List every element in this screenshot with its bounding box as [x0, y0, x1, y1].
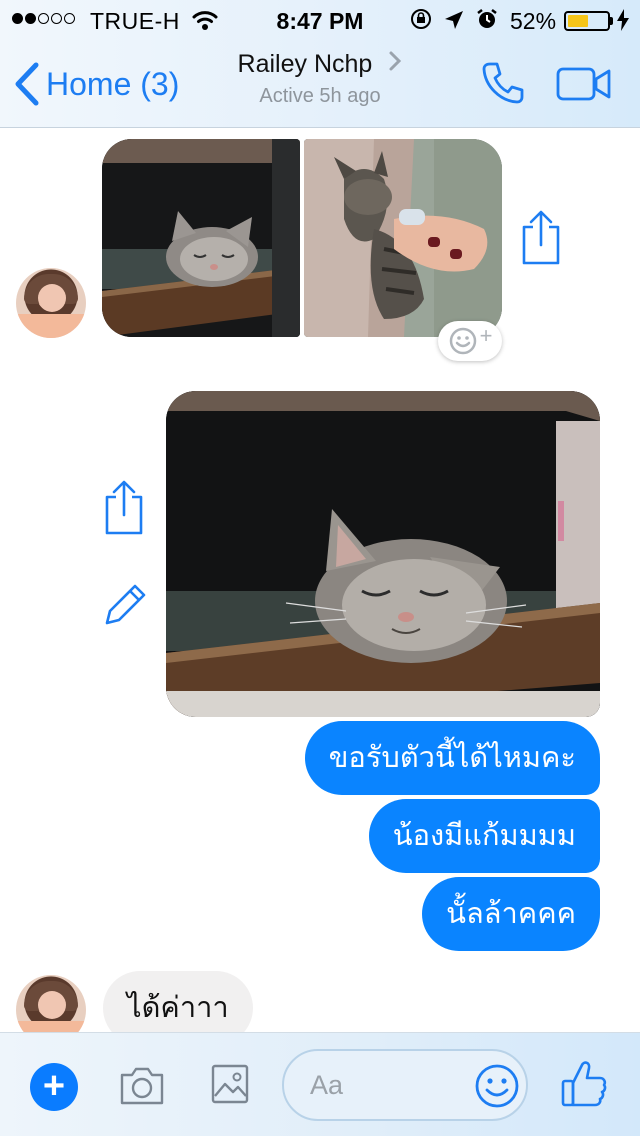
emoji-icon — [475, 1064, 519, 1108]
camera-icon — [120, 1067, 164, 1105]
battery-level — [568, 15, 588, 27]
location-arrow-icon — [444, 9, 464, 36]
like-button[interactable] — [560, 1059, 608, 1114]
outgoing-message[interactable]: น้องมีแก้มมมม — [368, 799, 600, 873]
alarm-icon — [476, 8, 498, 36]
photo-kitten-sleeping-large[interactable] — [166, 391, 600, 717]
avatar[interactable] — [16, 975, 86, 1032]
avatar-face — [38, 991, 66, 1019]
video-camera-icon — [556, 67, 611, 101]
emoji-button[interactable] — [474, 1063, 520, 1114]
composer-bar: + — [0, 1032, 640, 1136]
avatar-body — [16, 1021, 86, 1032]
more-actions-button[interactable]: + — [30, 1063, 78, 1111]
phone-icon — [482, 62, 524, 104]
avatar-face — [38, 284, 66, 312]
nav-bar: Home (3) Railey Nchp Active 5h ago — [0, 40, 640, 128]
kitten-photo-image — [304, 139, 502, 337]
status-bar: TRUE-H 8:47 PM 52% — [0, 0, 640, 40]
outgoing-message[interactable]: ขอรับตัวนี้ได้ไหมคะ — [304, 721, 600, 795]
incoming-message[interactable]: ได้ค่าาา — [103, 971, 253, 1032]
message-input-container — [282, 1049, 528, 1121]
conversation-title[interactable]: Railey Nchp Active 5h ago — [160, 50, 480, 108]
avatar-body — [16, 314, 86, 338]
battery-percent: 52% — [510, 8, 557, 34]
edit-photo-button[interactable] — [103, 581, 149, 632]
chevron-right-icon — [382, 51, 402, 77]
image-icon — [211, 1064, 249, 1104]
add-reaction-button[interactable]: + — [438, 321, 502, 361]
share-photo-button[interactable] — [520, 209, 562, 272]
battery-tip — [610, 17, 613, 25]
kitten-photo-image — [166, 391, 600, 717]
camera-button[interactable] — [118, 1065, 166, 1112]
kitten-photo-image — [102, 139, 300, 337]
avatar[interactable] — [16, 268, 86, 338]
back-button[interactable]: Home (3) — [14, 62, 179, 106]
thumbs-up-icon — [561, 1061, 607, 1107]
emoji-reaction-icon — [449, 327, 476, 355]
call-button[interactable] — [480, 60, 526, 111]
outgoing-message[interactable]: นั้ลล้าคคค — [422, 877, 600, 951]
photo-kitten-sleeping[interactable] — [102, 139, 300, 337]
orientation-lock-icon — [410, 8, 432, 36]
photo-library-button[interactable] — [210, 1063, 250, 1110]
plus-icon: + — [42, 1065, 66, 1107]
share-icon — [522, 210, 560, 265]
pencil-icon — [105, 584, 146, 625]
video-call-button[interactable] — [556, 66, 612, 107]
message-list[interactable]: + ขอรับตัวนี้ได้ไหมคะ น้องมีแก้มมมม นั้ล… — [0, 129, 640, 1032]
battery-icon — [564, 11, 610, 31]
share-icon — [105, 480, 143, 535]
share-photo-button[interactable] — [103, 479, 145, 542]
message-input[interactable] — [310, 1063, 480, 1107]
back-chevron-icon — [15, 62, 39, 106]
plus-icon: + — [479, 323, 493, 348]
contact-name: Railey Nchp — [237, 50, 373, 78]
charging-bolt-icon — [617, 9, 629, 36]
photo-kitten-held[interactable] — [304, 139, 502, 337]
active-status: Active 5h ago — [259, 85, 381, 107]
header: TRUE-H 8:47 PM 52% Home (3) Railey Nchp … — [0, 0, 640, 128]
